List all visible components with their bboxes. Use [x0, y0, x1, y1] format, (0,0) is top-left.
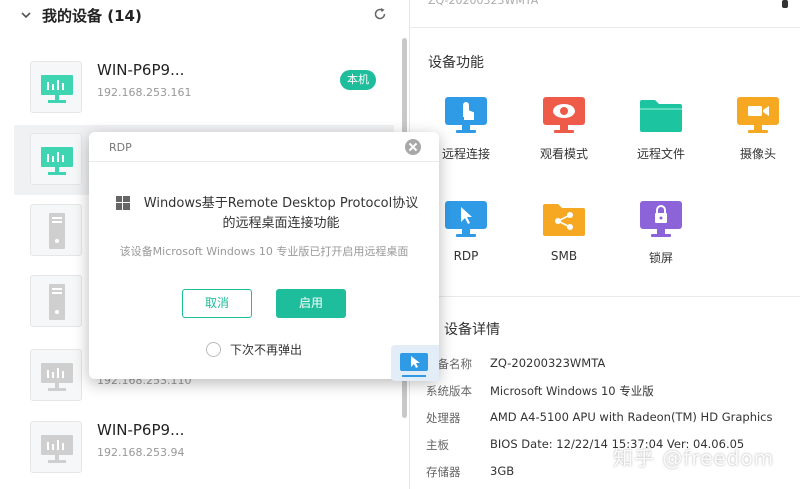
device-ip: 192.168.253.161: [97, 86, 192, 99]
details-title: 设备详情: [444, 322, 500, 338]
detail-value: 3GB: [490, 464, 515, 478]
rdp-icon: [400, 353, 428, 377]
feature-camera[interactable]: 摄像头: [718, 96, 798, 176]
feature-smb[interactable]: SMB: [524, 200, 604, 280]
refresh-icon[interactable]: [372, 6, 388, 22]
monitor-icon: [41, 435, 73, 463]
detail-key: 处理器: [426, 411, 461, 425]
feature-label: 远程文件: [636, 147, 685, 161]
watermark: 知乎 @freedom: [613, 446, 775, 470]
feature-label: 观看模式: [539, 147, 588, 161]
device-item[interactable]: WIN-P6P9... 192.168.253.161 本机: [14, 53, 394, 123]
detail-key: 系统版本: [426, 384, 472, 398]
dialog-subtext: 该设备Microsoft Windows 10 专业版已打开启用远程桌面: [119, 245, 409, 258]
monitor-icon: [41, 147, 73, 175]
monitor-icon: [41, 75, 73, 103]
detail-row: 系统版本 Microsoft Windows 10 专业版: [426, 383, 796, 401]
smb-share-icon: [543, 204, 585, 236]
device-thumbnail: [30, 204, 82, 256]
device-name: WIN-P6P9...: [97, 421, 185, 439]
detail-key: 存储器: [426, 465, 461, 479]
device-name: WIN-P6P9...: [97, 61, 185, 79]
feature-label: SMB: [550, 249, 578, 263]
this-device-badge: 本机: [340, 70, 376, 90]
remote-connect-icon: [445, 97, 487, 133]
rdp-shortcut-button[interactable]: [391, 345, 439, 381]
detail-header: ZQ-20200323WMTA: [410, 0, 800, 28]
monitor-icon: [41, 363, 73, 391]
device-id-heading: ZQ-20200323WMTA: [428, 0, 539, 7]
device-item[interactable]: WIN-P6P9... 192.168.253.94: [14, 413, 394, 483]
device-thumbnail: [30, 421, 82, 473]
detail-row: 处理器 AMD A4-5100 APU with Radeon(TM) HD G…: [426, 410, 796, 428]
close-icon[interactable]: [405, 139, 421, 155]
dialog-message-line: 的远程桌面连接功能: [222, 216, 340, 231]
device-list-title: 我的设备 (14): [42, 7, 142, 25]
feature-lock-screen[interactable]: 锁屏: [621, 200, 701, 280]
cancel-button[interactable]: 取消: [182, 289, 252, 318]
device-ip: 192.168.253.94: [97, 446, 185, 459]
detail-value: Microsoft Windows 10 专业版: [490, 384, 654, 398]
feature-label: 摄像头: [739, 147, 776, 161]
dialog-header: RDP: [89, 132, 439, 162]
detail-row: 设备名称 ZQ-20200323WMTA: [426, 356, 796, 374]
feature-label: 锁屏: [648, 251, 673, 265]
watch-mode-icon: [543, 97, 585, 133]
device-thumbnail: [30, 275, 82, 327]
windows-logo-icon: [116, 196, 130, 210]
device-list-header: 我的设备 (14): [0, 0, 409, 34]
features-title: 设备功能: [428, 55, 484, 71]
tower-pc-icon: [49, 284, 65, 320]
device-thumbnail: [30, 133, 82, 185]
device-detail-panel: ZQ-20200323WMTA 设备功能 远程连接 观看模式 远程文件 摄像头 …: [410, 0, 800, 489]
dialog-title: RDP: [109, 141, 132, 154]
lock-screen-icon: [640, 201, 682, 237]
device-thumbnail: [30, 61, 82, 113]
dont-show-again-checkbox[interactable]: [206, 342, 221, 357]
folder-icon: [640, 100, 682, 132]
dialog-message-line: Windows基于Remote Desktop Protocol协议: [143, 196, 419, 211]
section-divider: [410, 296, 800, 297]
chevron-down-icon[interactable]: [20, 9, 32, 21]
rdp-dialog: RDP Windows基于Remote Desktop Protocol协议 的…: [89, 132, 439, 379]
rdp-icon: [445, 201, 487, 237]
detail-value: ZQ-20200323WMTA: [490, 356, 606, 370]
tower-pc-icon: [49, 213, 65, 249]
camera-icon: [737, 97, 779, 133]
enable-button[interactable]: 启用: [276, 289, 346, 318]
detail-value: AMD A4-5100 APU with Radeon(TM) HD Graph…: [490, 410, 773, 424]
feature-remote-file[interactable]: 远程文件: [621, 96, 701, 176]
detail-key: 主板: [426, 438, 449, 452]
device-thumbnail: [30, 349, 82, 401]
scrollbar-thumb[interactable]: [782, 0, 788, 8]
dialog-message: Windows基于Remote Desktop Protocol协议 的远程桌面…: [141, 194, 421, 234]
feature-watch-mode[interactable]: 观看模式: [524, 96, 604, 176]
dont-show-again-label[interactable]: 下次不再弹出: [230, 341, 302, 358]
